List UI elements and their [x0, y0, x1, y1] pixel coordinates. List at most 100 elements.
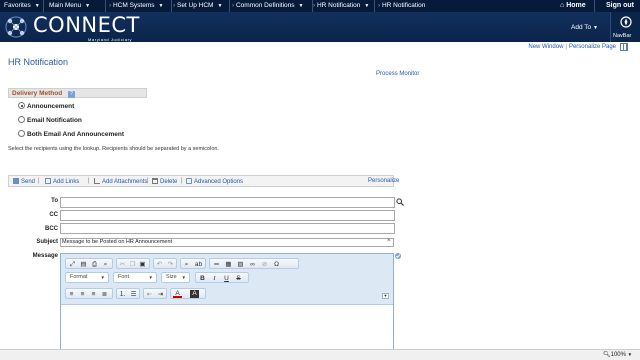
- process-monitor-link[interactable]: Process Monitor: [376, 71, 419, 77]
- main-menu[interactable]: Main Menu ▼: [49, 0, 90, 12]
- advanced-options-button[interactable]: Advanced Options: [186, 178, 243, 185]
- breadcrumb-hr-notification-folder[interactable]: › HR Notification ▼: [313, 0, 369, 12]
- browser-status-bar: 🔍︎100% ▼: [0, 349, 640, 360]
- align-right-icon[interactable]: ≡: [89, 290, 98, 299]
- bcc-input[interactable]: [60, 223, 395, 234]
- page-title: HR Notification: [8, 57, 69, 67]
- help-icon[interactable]: ?: [68, 90, 75, 98]
- size-label: Size: [166, 274, 177, 280]
- radio-email-notification[interactable]: Email Notification: [18, 116, 82, 125]
- editor-toolbar: ⤢ ▤ ⎙ ⌕ ✂ ❐ ▣ ↶ ↷ ⌕ ab ═ ▦ ▨ ∞ ⊘ Ω Forma…: [61, 254, 393, 305]
- align-center-icon[interactable]: ≡: [78, 290, 87, 299]
- home-link[interactable]: ⌂ Home: [560, 0, 586, 12]
- print-icon[interactable]: ⎙: [90, 260, 99, 269]
- send-icon: [13, 178, 19, 184]
- navbar-label: NavBar: [613, 33, 632, 39]
- find-icon[interactable]: ⌕: [101, 260, 110, 269]
- separator: |: [147, 178, 149, 184]
- search-icon[interactable]: [396, 198, 404, 206]
- numbered-list-icon[interactable]: ⒈: [118, 290, 127, 299]
- cc-input[interactable]: [60, 210, 395, 221]
- breadcrumb-hr-notification[interactable]: › HR Notification: [378, 0, 425, 12]
- separator: [105, 0, 106, 12]
- chevron-down-icon: ▼: [592, 25, 598, 31]
- send-button[interactable]: Send: [13, 178, 35, 185]
- align-left-icon[interactable]: ≡: [67, 290, 76, 299]
- connect-logo-icon: [5, 16, 27, 38]
- link-icon[interactable]: ∞: [248, 260, 257, 269]
- spellcheck-icon[interactable]: [394, 252, 402, 260]
- radio-announcement[interactable]: Announcement: [18, 102, 74, 111]
- collapse-toolbar-icon[interactable]: ▼: [382, 293, 389, 299]
- table-icon[interactable]: ▦: [224, 260, 233, 269]
- font-dropdown[interactable]: Font ▼: [113, 272, 157, 283]
- format-label: Format: [70, 274, 88, 280]
- special-character-icon[interactable]: Ω: [272, 260, 281, 269]
- toolbar-group: ✂ ❐ ▣: [116, 258, 150, 269]
- add-to-menu[interactable]: Add To ▼: [571, 24, 598, 31]
- chevron-down-icon: ▼: [34, 3, 40, 9]
- outdent-icon[interactable]: ⇤: [145, 290, 154, 299]
- toolbar-group: ⤢ ▤ ⎙ ⌕: [65, 258, 113, 269]
- bcc-label: BCC: [45, 226, 58, 232]
- new-window-link[interactable]: New Window: [528, 44, 563, 50]
- paste-icon[interactable]: ▣: [138, 260, 147, 269]
- personalize-link[interactable]: Personalize: [368, 178, 399, 184]
- separator: [374, 0, 375, 12]
- chevron-down-icon: ▼: [217, 3, 223, 9]
- underline-icon[interactable]: U: [222, 274, 231, 283]
- delete-button[interactable]: Delete: [152, 178, 177, 185]
- subject-label: Subject: [36, 239, 58, 245]
- clear-icon[interactable]: ×: [387, 238, 391, 244]
- toolbar-group: ⇤ ⇥: [143, 288, 167, 299]
- size-dropdown[interactable]: Size ▼: [161, 272, 190, 283]
- strikethrough-icon[interactable]: S: [234, 274, 243, 283]
- unlink-icon[interactable]: ⊘: [260, 260, 269, 269]
- recipient-instructions: Select the recipients using the lookup. …: [8, 146, 219, 152]
- breadcrumb-hcm-systems[interactable]: › HCM Systems ▼: [109, 0, 163, 12]
- sign-out-link[interactable]: Sign out: [606, 0, 634, 12]
- italic-icon[interactable]: I: [210, 274, 219, 283]
- to-input[interactable]: [60, 197, 395, 208]
- image-icon[interactable]: ▨: [236, 260, 245, 269]
- zoom-control[interactable]: 🔍︎100% ▼: [603, 351, 632, 358]
- replace-icon[interactable]: ab: [194, 260, 203, 269]
- radio-both[interactable]: Both Email And Announcement: [18, 130, 124, 139]
- redo-icon[interactable]: ↷: [166, 260, 175, 269]
- add-links-button[interactable]: Add Links: [45, 178, 79, 185]
- background-color-icon[interactable]: A: [190, 290, 199, 298]
- text-color-icon[interactable]: A: [173, 290, 182, 298]
- grid-view-icon[interactable]: [620, 43, 628, 51]
- copy-icon[interactable]: ❐: [128, 260, 137, 269]
- main-menu-label: Main Menu: [49, 2, 82, 9]
- cc-label: CC: [49, 212, 58, 218]
- format-dropdown[interactable]: Format ▼: [65, 272, 109, 283]
- subject-input[interactable]: Message to be Posted on HR Announcement: [60, 238, 394, 247]
- bold-icon[interactable]: B: [198, 274, 207, 283]
- radio-button[interactable]: [18, 102, 25, 109]
- message-label: Message: [32, 253, 58, 259]
- bullet-list-icon[interactable]: ☰: [129, 290, 138, 299]
- radio-button[interactable]: [18, 116, 25, 123]
- horizontal-rule-icon[interactable]: ═: [212, 260, 221, 269]
- search-icon[interactable]: ⌕: [182, 260, 191, 269]
- font-label: Font: [118, 274, 130, 280]
- undo-icon[interactable]: ↶: [155, 260, 164, 269]
- trash-icon: [152, 178, 158, 184]
- add-attachments-button[interactable]: Add Attachments: [94, 178, 147, 185]
- justify-icon[interactable]: ≣: [100, 290, 109, 299]
- maximize-icon[interactable]: ⤢: [68, 260, 77, 269]
- breadcrumb-set-up-hcm[interactable]: › Set Up HCM ▼: [173, 0, 222, 12]
- personalize-page-link[interactable]: Personalize Page: [569, 44, 616, 50]
- send-label: Send: [21, 179, 36, 185]
- indent-icon[interactable]: ⇥: [156, 290, 165, 299]
- message-editor[interactable]: ⤢ ▤ ⎙ ⌕ ✂ ❐ ▣ ↶ ↷ ⌕ ab ═ ▦ ▨ ∞ ⊘ Ω Forma…: [60, 253, 394, 360]
- attachment-icon: [94, 178, 100, 184]
- source-icon[interactable]: ▤: [79, 260, 88, 269]
- favorites-menu[interactable]: Favorites ▼: [4, 0, 40, 12]
- page-links: New Window | Personalize Page: [528, 44, 616, 50]
- cut-icon[interactable]: ✂: [118, 260, 127, 269]
- home-icon: ⌂: [560, 2, 565, 9]
- radio-button[interactable]: [18, 130, 25, 137]
- breadcrumb-common-definitions[interactable]: › Common Definitions ▼: [232, 0, 303, 12]
